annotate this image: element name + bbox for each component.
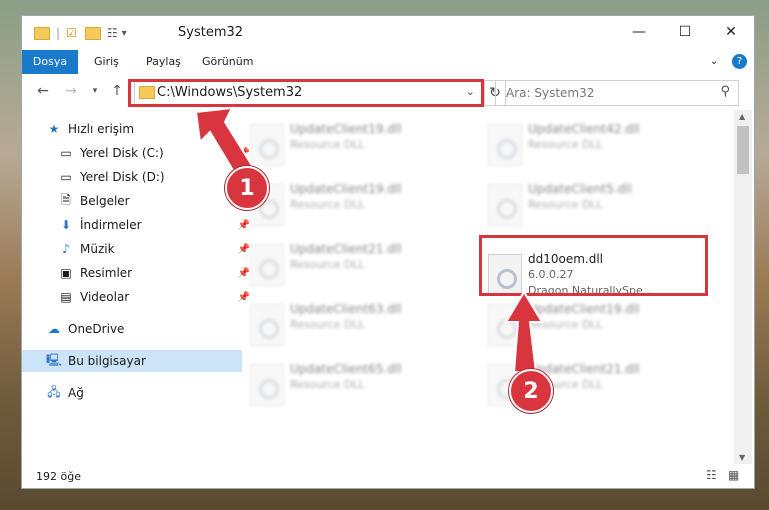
arrow-to-file (504, 290, 544, 373)
step-marker-2: 2 (509, 369, 553, 413)
annotation-arrows (194, 106, 544, 373)
step-marker-1: 1 (225, 166, 269, 210)
